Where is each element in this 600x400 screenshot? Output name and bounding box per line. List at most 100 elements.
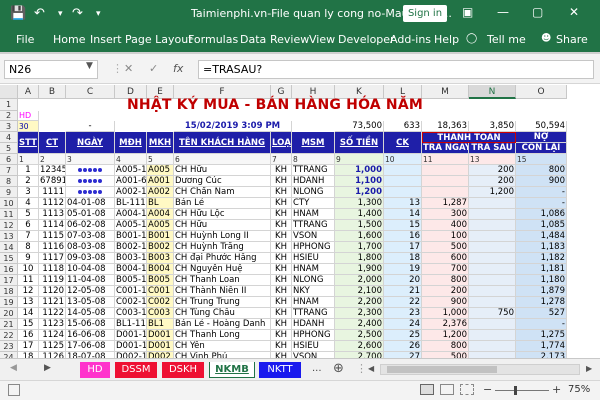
data-cell[interactable]: D001-1125: [115, 341, 147, 352]
data-cell[interactable]: 14-05-08: [66, 308, 115, 319]
data-cell[interactable]: [469, 319, 516, 330]
data-cell[interactable]: A005: [147, 165, 174, 176]
data-cell[interactable]: KH: [271, 264, 292, 275]
data-cell[interactable]: CH Huỳnh Trăng: [174, 242, 271, 253]
data-cell[interactable]: Bán Lẻ - Hoàng Danh: [174, 319, 271, 330]
cell-a2[interactable]: HD: [18, 111, 39, 121]
header-stt[interactable]: STT: [18, 132, 39, 154]
page-layout-view-icon[interactable]: [440, 384, 454, 395]
data-cell[interactable]: 3: [18, 187, 39, 198]
header-loai[interactable]: LOẠI: [271, 132, 292, 154]
data-cell[interactable]: 10: [18, 264, 39, 275]
tab-page-layout[interactable]: Page Layout: [125, 33, 193, 46]
data-cell[interactable]: 20: [384, 275, 422, 286]
restore-icon[interactable]: ▢: [532, 4, 543, 20]
tab-home[interactable]: Home: [53, 33, 85, 46]
data-cell[interactable]: 1,500: [335, 220, 384, 231]
data-cell[interactable]: 13: [18, 297, 39, 308]
cancel-icon[interactable]: ✕: [124, 62, 133, 75]
data-cell[interactable]: KH: [271, 220, 292, 231]
numbering-cell[interactable]: 2: [39, 154, 66, 165]
row-header[interactable]: 11: [0, 209, 18, 220]
data-cell[interactable]: [384, 176, 422, 187]
data-cell[interactable]: KH: [271, 176, 292, 187]
data-cell[interactable]: 11-04-08: [66, 275, 115, 286]
data-cell[interactable]: 200: [469, 165, 516, 176]
data-cell[interactable]: CH Hữu: [174, 220, 271, 231]
data-cell[interactable]: [469, 220, 516, 231]
data-cell[interactable]: KH: [271, 319, 292, 330]
row-header[interactable]: 5: [0, 143, 18, 154]
data-cell[interactable]: [422, 187, 469, 198]
data-cell[interactable]: NLONG: [292, 275, 335, 286]
data-cell[interactable]: [422, 176, 469, 187]
data-cell[interactable]: 15: [18, 319, 39, 330]
data-cell[interactable]: [422, 165, 469, 176]
data-cell[interactable]: Bán Lẻ: [174, 198, 271, 209]
data-cell[interactable]: 07-03-08: [66, 231, 115, 242]
data-cell[interactable]: [469, 297, 516, 308]
row-header[interactable]: 3: [0, 121, 18, 132]
data-cell[interactable]: 2,000: [335, 275, 384, 286]
data-cell[interactable]: KH: [271, 286, 292, 297]
data-cell[interactable]: D001: [147, 330, 174, 341]
data-cell[interactable]: HSIEU: [292, 341, 335, 352]
data-cell[interactable]: CH Yên: [174, 341, 271, 352]
ribbon-display-options-icon[interactable]: ▣: [462, 4, 473, 20]
data-cell[interactable]: 1,180: [516, 275, 567, 286]
data-cell[interactable]: 2,376: [422, 319, 469, 330]
data-cell[interactable]: 9: [18, 253, 39, 264]
zoom-slider-thumb[interactable]: [514, 386, 517, 395]
data-cell[interactable]: 1,278: [516, 297, 567, 308]
header-sotien[interactable]: SỐ TIỀN: [335, 132, 384, 154]
data-cell[interactable]: 16-06-08: [66, 330, 115, 341]
data-cell[interactable]: C003-1122: [115, 308, 147, 319]
data-cell[interactable]: 1120: [39, 286, 66, 297]
column-header-o[interactable]: O: [516, 85, 567, 99]
data-cell[interactable]: B002: [147, 242, 174, 253]
data-cell[interactable]: 2,600: [335, 341, 384, 352]
numbering-cell[interactable]: 5: [147, 154, 174, 165]
scroll-tabs-right-icon[interactable]: ▶: [44, 363, 51, 373]
tab-view[interactable]: View: [309, 33, 335, 46]
data-cell[interactable]: KH: [271, 209, 292, 220]
data-cell[interactable]: HDANH: [292, 319, 335, 330]
scrollbar-thumb[interactable]: [387, 366, 497, 373]
data-cell[interactable]: 06-02-08: [66, 220, 115, 231]
data-cell[interactable]: 1,900: [335, 264, 384, 275]
data-cell[interactable]: 7: [18, 231, 39, 242]
data-cell[interactable]: KH: [271, 341, 292, 352]
hscroll-left-icon[interactable]: ◀: [368, 364, 374, 373]
data-cell[interactable]: CH Thành Niên II: [174, 286, 271, 297]
data-cell[interactable]: 4: [18, 198, 39, 209]
data-cell[interactable]: 1115: [39, 231, 66, 242]
data-cell[interactable]: 800: [422, 341, 469, 352]
data-cell[interactable]: 13: [384, 198, 422, 209]
data-cell[interactable]: A004: [147, 209, 174, 220]
name-box[interactable]: N26: [4, 60, 98, 79]
data-cell[interactable]: 13-05-08: [66, 297, 115, 308]
data-cell[interactable]: HDANH: [292, 176, 335, 187]
normal-view-icon[interactable]: [420, 384, 434, 395]
header-ck[interactable]: CK: [384, 132, 422, 154]
data-cell[interactable]: B002-1116: [115, 242, 147, 253]
row-header[interactable]: 2: [0, 111, 18, 121]
data-cell[interactable]: 1,182: [516, 253, 567, 264]
data-cell[interactable]: 25: [384, 330, 422, 341]
tab-review[interactable]: Review: [270, 33, 309, 46]
date-dots[interactable]: [66, 176, 115, 187]
column-header-n[interactable]: N: [469, 85, 516, 99]
data-cell[interactable]: -: [516, 319, 567, 330]
row-header[interactable]: 23: [0, 341, 18, 352]
data-cell[interactable]: KH: [271, 231, 292, 242]
data-cell[interactable]: 1,200: [335, 187, 384, 198]
data-cell[interactable]: 15-06-08: [66, 319, 115, 330]
data-cell[interactable]: 800: [422, 275, 469, 286]
row-header[interactable]: 7: [0, 165, 18, 176]
data-cell[interactable]: 1,085: [516, 220, 567, 231]
numbering-cell[interactable]: 8: [292, 154, 335, 165]
data-cell[interactable]: HPHONG: [292, 242, 335, 253]
data-cell[interactable]: TTRANG: [292, 220, 335, 231]
row-header[interactable]: 19: [0, 297, 18, 308]
data-cell[interactable]: CTY: [292, 198, 335, 209]
